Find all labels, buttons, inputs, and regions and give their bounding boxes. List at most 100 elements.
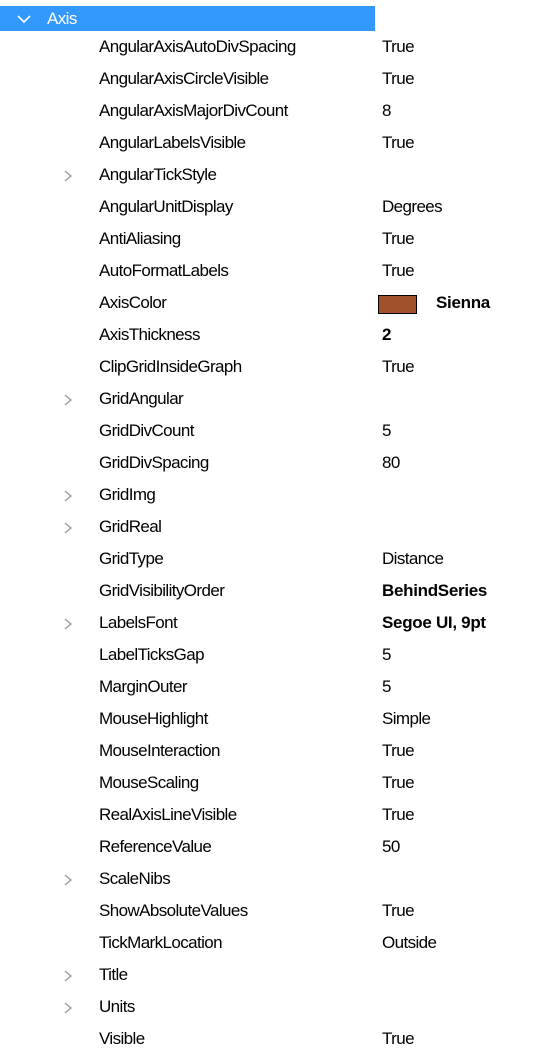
property-value[interactable]: True <box>382 1028 415 1050</box>
property-row-grid-img[interactable]: GridImg <box>0 479 542 511</box>
property-value[interactable]: True <box>382 740 415 762</box>
property-value[interactable]: True <box>382 772 415 794</box>
property-name: ShowAbsoluteValues <box>99 901 248 920</box>
property-row-scale-nibs[interactable]: ScaleNibs <box>0 863 542 895</box>
property-row-grid-real[interactable]: GridReal <box>0 511 542 543</box>
property-value[interactable]: 8 <box>382 100 391 122</box>
property-row-angular-axis-circle-visible[interactable]: AngularAxisCircleVisible True <box>0 63 542 95</box>
property-row-reference-value[interactable]: ReferenceValue 50 <box>0 831 542 863</box>
chevron-right-icon[interactable] <box>62 969 74 983</box>
property-name: AxisColor <box>99 293 167 312</box>
property-name: MouseScaling <box>99 773 199 792</box>
property-name: AngularTickStyle <box>99 165 217 184</box>
property-value[interactable]: 5 <box>382 420 391 442</box>
property-row-labels-font[interactable]: LabelsFont Segoe UI, 9pt <box>0 607 542 639</box>
property-name: AxisThickness <box>99 325 200 344</box>
property-value[interactable]: 2 <box>382 324 391 346</box>
property-row-real-axis-line-visible[interactable]: RealAxisLineVisible True <box>0 799 542 831</box>
property-name: AntiAliasing <box>99 229 181 248</box>
property-grid: Axis AngularAxisAutoDivSpacing True Angula… <box>0 0 542 1061</box>
property-value[interactable]: 50 <box>382 836 400 858</box>
property-row-margin-outer[interactable]: MarginOuter 5 <box>0 671 542 703</box>
property-name: LabelTicksGap <box>99 645 205 664</box>
property-name: GridDivSpacing <box>99 453 209 472</box>
property-name: GridVisibilityOrder <box>99 581 225 600</box>
property-row-anti-aliasing[interactable]: AntiAliasing True <box>0 223 542 255</box>
property-value[interactable]: Simple <box>382 708 431 730</box>
property-row-clip-grid-inside-graph[interactable]: ClipGridInsideGraph True <box>0 351 542 383</box>
property-row-grid-type[interactable]: GridType Distance <box>0 543 542 575</box>
chevron-right-icon[interactable] <box>62 617 74 631</box>
property-row-units[interactable]: Units <box>0 991 542 1023</box>
chevron-right-icon[interactable] <box>62 169 74 183</box>
property-value[interactable]: True <box>382 36 415 58</box>
property-row-angular-axis-major-div-count[interactable]: AngularAxisMajorDivCount 8 <box>0 95 542 127</box>
property-value[interactable]: True <box>382 132 415 154</box>
property-value[interactable]: True <box>382 900 415 922</box>
property-name: LabelsFont <box>99 613 178 632</box>
property-name: GridDivCount <box>99 421 194 440</box>
property-row-mouse-highlight[interactable]: MouseHighlight Simple <box>0 703 542 735</box>
property-value[interactable]: True <box>382 260 415 282</box>
property-name: GridImg <box>99 485 156 504</box>
property-name: ScaleNibs <box>99 869 171 888</box>
chevron-right-icon[interactable] <box>62 873 74 887</box>
property-row-mouse-interaction[interactable]: MouseInteraction True <box>0 735 542 767</box>
chevron-right-icon[interactable] <box>62 489 74 503</box>
property-value[interactable]: Sienna <box>436 292 490 314</box>
color-swatch <box>378 295 417 314</box>
category-header-axis[interactable]: Axis <box>0 6 375 31</box>
property-row-grid-visibility-order[interactable]: GridVisibilityOrder BehindSeries <box>0 575 542 607</box>
property-value[interactable]: True <box>382 356 415 378</box>
property-row-mouse-scaling[interactable]: MouseScaling True <box>0 767 542 799</box>
property-value[interactable]: True <box>382 68 415 90</box>
chevron-right-icon[interactable] <box>62 1001 74 1015</box>
property-value[interactable]: Distance <box>382 548 444 570</box>
property-value[interactable]: 5 <box>382 676 391 698</box>
property-row-show-absolute-values[interactable]: ShowAbsoluteValues True <box>0 895 542 927</box>
property-name: Title <box>99 965 128 984</box>
property-value[interactable]: 5 <box>382 644 391 666</box>
property-name: MouseHighlight <box>99 709 208 728</box>
property-row-angular-unit-display[interactable]: AngularUnitDisplay Degrees <box>0 191 542 223</box>
property-name: AngularLabelsVisible <box>99 133 246 152</box>
property-row-visible[interactable]: Visible True <box>0 1023 542 1055</box>
property-value[interactable]: Degrees <box>382 196 443 218</box>
property-row-grid-div-count[interactable]: GridDivCount 5 <box>0 415 542 447</box>
chevron-down-icon[interactable] <box>14 9 34 29</box>
chevron-right-icon[interactable] <box>62 393 74 407</box>
property-name: AngularUnitDisplay <box>99 197 233 216</box>
property-row-angular-labels-visible[interactable]: AngularLabelsVisible True <box>0 127 542 159</box>
chevron-right-icon[interactable] <box>62 521 74 535</box>
property-row-axis-color[interactable]: AxisColor Sienna <box>0 287 542 319</box>
property-row-angular-axis-auto-div-spacing[interactable]: AngularAxisAutoDivSpacing True <box>0 31 542 63</box>
property-name: AngularAxisMajorDivCount <box>99 101 288 120</box>
property-name: GridReal <box>99 517 162 536</box>
property-value[interactable]: BehindSeries <box>382 580 487 602</box>
property-name: Units <box>99 997 135 1016</box>
property-row-grid-angular[interactable]: GridAngular <box>0 383 542 415</box>
property-name: MouseInteraction <box>99 741 220 760</box>
property-name: AngularAxisCircleVisible <box>99 69 269 88</box>
property-name: TickMarkLocation <box>99 933 223 952</box>
property-name: GridType <box>99 549 164 568</box>
property-row-title[interactable]: Title <box>0 959 542 991</box>
property-name: RealAxisLineVisible <box>99 805 237 824</box>
property-value[interactable]: Outside <box>382 932 437 954</box>
property-value[interactable]: True <box>382 228 415 250</box>
property-row-angular-tick-style[interactable]: AngularTickStyle <box>0 159 542 191</box>
property-row-tick-mark-location[interactable]: TickMarkLocation Outside <box>0 927 542 959</box>
property-name: Visible <box>99 1029 145 1048</box>
property-value[interactable]: True <box>382 804 415 826</box>
property-name: MarginOuter <box>99 677 187 696</box>
property-row-label-ticks-gap[interactable]: LabelTicksGap 5 <box>0 639 542 671</box>
property-name: ReferenceValue <box>99 837 212 856</box>
property-name: AutoFormatLabels <box>99 261 229 280</box>
property-name: AngularAxisAutoDivSpacing <box>99 37 296 56</box>
property-value[interactable]: 80 <box>382 452 400 474</box>
category-label: Axis <box>47 9 77 28</box>
property-row-grid-div-spacing[interactable]: GridDivSpacing 80 <box>0 447 542 479</box>
property-value[interactable]: Segoe UI, 9pt <box>382 612 486 634</box>
property-row-auto-format-labels[interactable]: AutoFormatLabels True <box>0 255 542 287</box>
property-row-axis-thickness[interactable]: AxisThickness 2 <box>0 319 542 351</box>
